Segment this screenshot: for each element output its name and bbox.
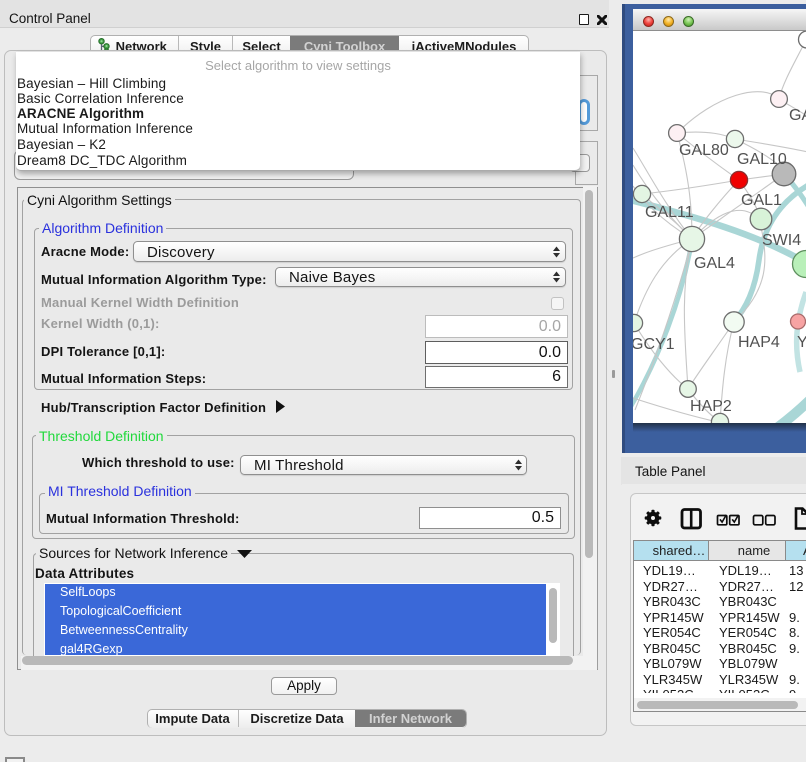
svg-text:GAL4: GAL4 [694,255,735,272]
svg-text:GAL11: GAL11 [645,204,694,221]
svg-text:GAL1: GAL1 [741,192,782,209]
svg-text:HAP2: HAP2 [690,398,732,415]
svg-text:HAP4: HAP4 [738,334,780,351]
svg-text:GAL10: GAL10 [737,151,787,168]
svg-text:GCY1: GCY1 [633,336,675,353]
svg-text:Y: Y [797,334,806,351]
svg-text:SWI4: SWI4 [762,232,801,249]
svg-text:GAL: GAL [789,107,806,124]
svg-text:GAL80: GAL80 [679,142,729,159]
